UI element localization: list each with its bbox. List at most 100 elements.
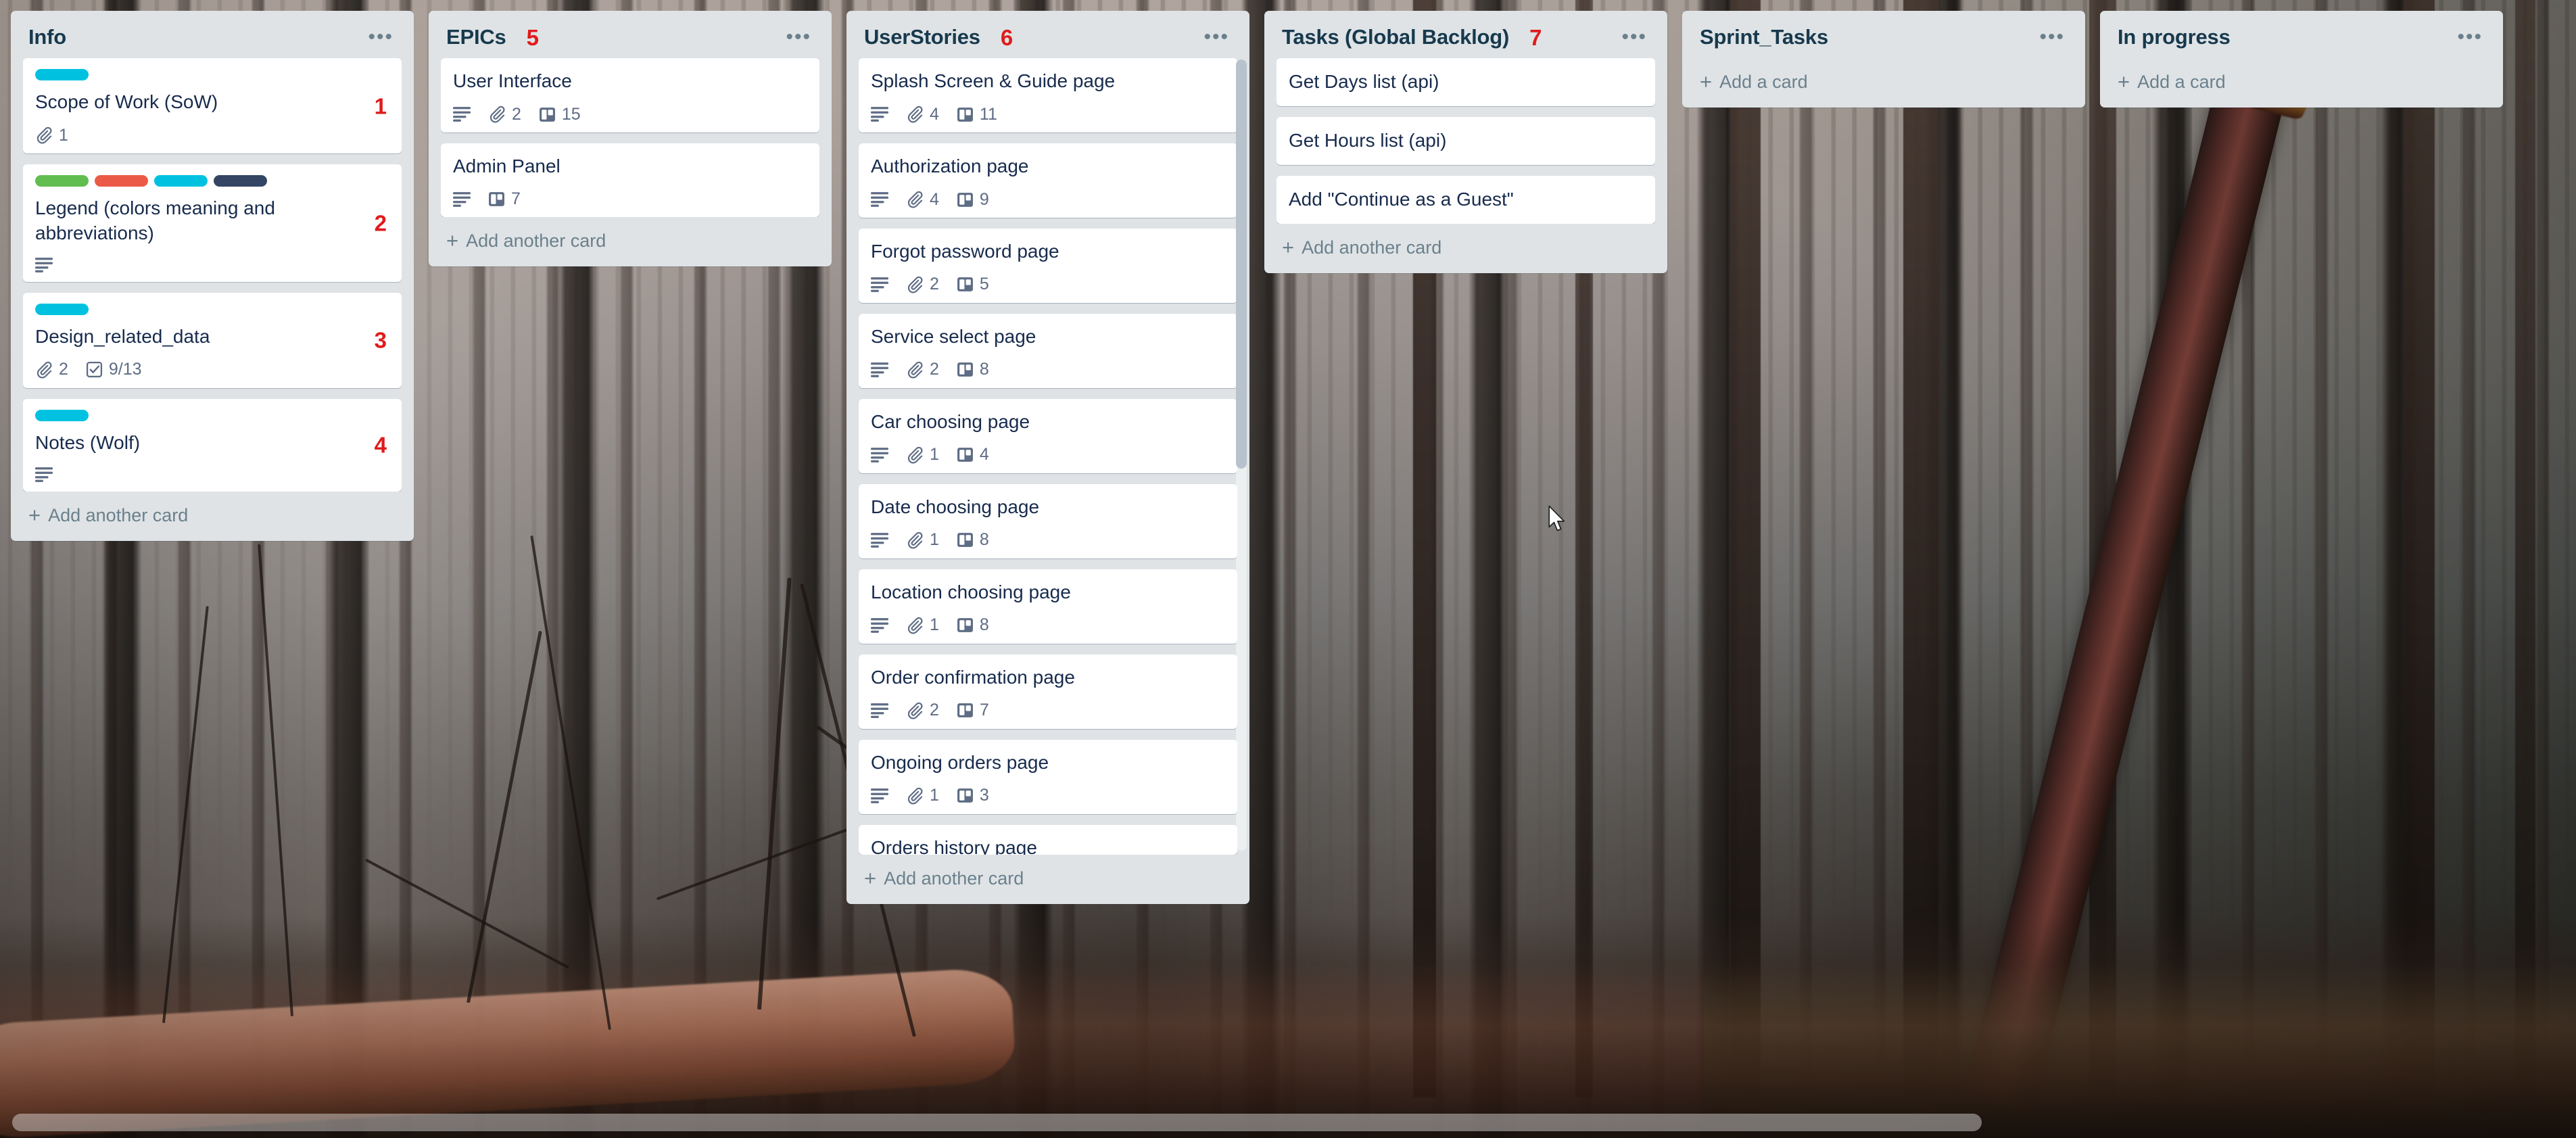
attachment-icon — [906, 276, 924, 293]
badge-attachment: 2 — [906, 702, 939, 719]
badge-board: 15 — [539, 104, 581, 124]
add-card-button[interactable]: + Add a card — [2100, 58, 2503, 106]
badge-description — [871, 703, 888, 718]
badge-count: 2 — [59, 360, 68, 379]
board-horizontal-scrollbar[interactable] — [0, 1114, 2576, 1131]
list-vertical-scrollbar-thumb[interactable] — [1236, 60, 1247, 469]
add-card-button[interactable]: + Add another card — [429, 217, 832, 265]
attachment-icon — [906, 361, 924, 379]
list-title[interactable]: EPICs — [446, 25, 506, 49]
card[interactable]: Orders history page — [859, 824, 1237, 855]
card[interactable]: User Interface 2 15 — [441, 58, 819, 133]
add-card-button[interactable]: + Add another card — [11, 492, 414, 540]
list-title[interactable]: Sprint_Tasks — [1700, 25, 1828, 49]
card-title: Add "Continue as a Guest" — [1289, 189, 1514, 210]
add-card-button[interactable]: + Add a card — [1682, 58, 2085, 106]
card-badges: 7 — [453, 191, 807, 208]
attachment-icon — [35, 126, 53, 144]
card-annotation-number: 1 — [374, 93, 387, 119]
list-vertical-scrollbar[interactable] — [1236, 60, 1247, 851]
board-icon — [957, 531, 974, 548]
card-badges — [35, 258, 389, 272]
badge-count: 2 — [930, 701, 939, 720]
badge-board: 8 — [957, 531, 989, 548]
list-title[interactable]: Tasks (Global Backlog) — [1282, 25, 1509, 49]
card-badges: 49 — [871, 191, 1225, 208]
badge-board: 8 — [957, 617, 989, 634]
card[interactable]: Add "Continue as a Guest" — [1277, 176, 1655, 224]
card-badges: 1 — [35, 126, 389, 144]
description-icon — [453, 191, 471, 207]
label-chip-sky[interactable] — [35, 303, 89, 315]
list-header: Sprint_Tasks ••• — [1682, 11, 2085, 58]
add-card-label: Add another card — [1302, 237, 1442, 258]
list-actions-icon[interactable]: ••• — [2036, 27, 2068, 47]
list-title[interactable]: UserStories — [864, 25, 980, 49]
list-actions-icon[interactable]: ••• — [1201, 27, 1232, 47]
card[interactable]: Design_related_data 2 9/13 3 — [23, 292, 402, 388]
card[interactable]: Order confirmation page 2 7 — [859, 654, 1237, 729]
card[interactable]: Forgot password page 2 5 — [859, 229, 1237, 303]
description-icon — [871, 788, 888, 803]
description-icon — [871, 532, 888, 548]
badge-attachment: 4 — [906, 191, 939, 208]
card-title: User Interface — [453, 70, 572, 92]
add-card-button[interactable]: + Add another card — [846, 855, 1249, 903]
card[interactable]: Legend (colors meaning and abbreviations… — [23, 164, 402, 282]
list-actions-icon[interactable]: ••• — [2454, 27, 2485, 47]
badge-checklist: 9/13 — [86, 361, 142, 378]
list-column: Tasks (Global Backlog) 7 ••• Get Days list … — [1264, 11, 1667, 273]
list-actions-icon[interactable]: ••• — [1619, 27, 1650, 47]
card[interactable]: Location choosing page 1 8 — [859, 569, 1237, 644]
card[interactable]: Car choosing page 1 4 — [859, 398, 1237, 473]
card[interactable]: Get Hours list (api) — [1277, 117, 1655, 165]
card[interactable]: Get Days list (api) — [1277, 58, 1655, 107]
label-chip-green[interactable] — [35, 175, 89, 187]
description-icon — [871, 362, 888, 377]
label-chip-red[interactable] — [95, 175, 148, 187]
card-badges: 2 15 — [453, 105, 807, 123]
label-chip-sky[interactable] — [35, 409, 89, 421]
card[interactable]: Authorization page 4 9 — [859, 143, 1237, 218]
list-annotation-number: 6 — [1000, 24, 1013, 50]
badge-attachment: 1 — [906, 787, 939, 805]
card-badges: 13 — [871, 787, 1225, 805]
card-title: Service select page — [871, 325, 1036, 347]
badge-attachment: 2 — [906, 361, 939, 379]
badge-board: 5 — [957, 276, 989, 293]
label-chip-navy[interactable] — [214, 175, 267, 187]
card[interactable]: Notes (Wolf) 4 — [23, 398, 402, 492]
card[interactable]: Admin Panel 7 — [441, 143, 819, 217]
card-title: Legend (colors meaning and abbreviations… — [35, 197, 275, 243]
card-title: Car choosing page — [871, 410, 1030, 432]
list-title[interactable]: Info — [28, 25, 66, 49]
list-title[interactable]: In progress — [2118, 25, 2231, 49]
attachment-icon — [906, 531, 924, 549]
card[interactable]: Date choosing page 1 8 — [859, 483, 1237, 559]
badge-description — [871, 362, 888, 377]
badge-attachment: 1 — [906, 446, 939, 464]
add-card-label: Add another card — [884, 868, 1024, 888]
card[interactable]: Ongoing orders page 1 3 — [859, 739, 1237, 814]
label-chip-sky[interactable] — [35, 69, 89, 81]
attachment-icon — [488, 105, 506, 123]
list-column: Info ••• Scope of Work (SoW) 1 1 Legend (colo… — [11, 11, 414, 541]
description-icon — [871, 703, 888, 718]
badge-description — [871, 107, 888, 122]
card[interactable]: Scope of Work (SoW) 1 1 — [23, 58, 402, 154]
label-chip-sky[interactable] — [154, 175, 208, 187]
badge-attachment: 1 — [906, 531, 939, 549]
list-actions-icon[interactable]: ••• — [783, 27, 814, 47]
add-card-button[interactable]: + Add another card — [1264, 224, 1667, 272]
card[interactable]: Service select page 2 8 — [859, 313, 1237, 388]
card[interactable]: Splash Screen & Guide page 4 11 — [859, 58, 1237, 133]
list-actions-icon[interactable]: ••• — [365, 27, 396, 47]
list-cards-area: Scope of Work (SoW) 1 1 Legend (colors mean… — [11, 58, 414, 492]
badge-attachment: 4 — [906, 105, 939, 123]
badge-count: 1 — [930, 445, 939, 465]
checklist-icon — [86, 361, 103, 378]
description-icon — [35, 467, 53, 482]
board-horizontal-scrollbar-thumb[interactable] — [12, 1114, 1982, 1131]
description-icon — [871, 448, 888, 463]
badge-count: 15 — [561, 104, 581, 124]
